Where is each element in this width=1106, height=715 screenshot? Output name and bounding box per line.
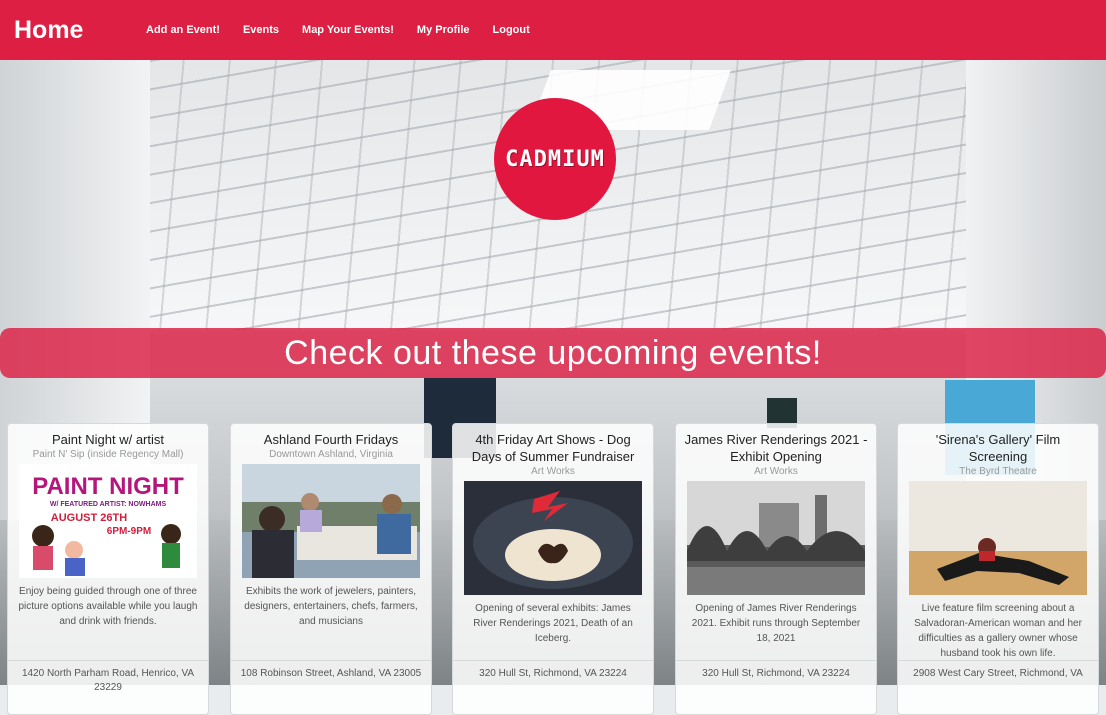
event-venue: Art Works bbox=[754, 466, 798, 477]
event-title[interactable]: Paint Night w/ artist bbox=[8, 424, 208, 448]
nav-events[interactable]: Events bbox=[243, 24, 279, 36]
event-venue: Paint N' Sip (inside Regency Mall) bbox=[32, 449, 184, 460]
upcoming-events-banner: Check out these upcoming events! bbox=[0, 328, 1106, 378]
event-description: Exhibits the work of jewelers, painters,… bbox=[244, 586, 418, 627]
poster-subline: W/ FEATURED ARTIST: NOWHAMS bbox=[50, 501, 167, 508]
event-image[interactable]: PAINT NIGHT W/ FEATURED ARTIST: NOWHAMS … bbox=[19, 464, 197, 578]
poster-time: 6PM-9PM bbox=[107, 526, 151, 537]
event-title[interactable]: 4th Friday Art Shows - Dog Days of Summe… bbox=[453, 424, 653, 465]
event-card[interactable]: Paint Night w/ artist Paint N' Sip (insi… bbox=[7, 423, 209, 715]
banner-heading: Check out these upcoming events! bbox=[284, 333, 822, 372]
poster-date: AUGUST 26TH bbox=[51, 512, 127, 524]
nav-logout[interactable]: Logout bbox=[493, 24, 530, 36]
event-address: 2908 West Cary Street, Richmond, VA bbox=[898, 660, 1098, 681]
top-navbar: Home Add an Event! Events Map Your Event… bbox=[0, 0, 1106, 60]
event-title[interactable]: Ashland Fourth Fridays bbox=[231, 424, 431, 448]
logo-text: CADMIUM bbox=[505, 146, 605, 172]
event-image[interactable] bbox=[909, 481, 1087, 595]
nav-map-events[interactable]: Map Your Events! bbox=[302, 24, 394, 36]
event-description: Opening of James River Renderings 2021. … bbox=[691, 603, 861, 644]
event-address: 320 Hull St, Richmond, VA 23224 bbox=[676, 660, 876, 681]
event-address: 108 Robinson Street, Ashland, VA 23005 bbox=[231, 660, 431, 681]
poster-headline: PAINT NIGHT bbox=[32, 473, 184, 500]
event-image[interactable] bbox=[464, 481, 642, 595]
event-description: Opening of several exhibits: James River… bbox=[473, 603, 633, 644]
event-address: 1420 North Parham Road, Henrico, VA 2322… bbox=[8, 660, 208, 695]
event-venue: Downtown Ashland, Virginia bbox=[269, 449, 393, 460]
event-venue: The Byrd Theatre bbox=[959, 466, 1037, 477]
event-card[interactable]: 'Sirena's Gallery' Film Screening The By… bbox=[897, 423, 1099, 715]
event-title[interactable]: 'Sirena's Gallery' Film Screening bbox=[898, 424, 1098, 465]
event-title[interactable]: James River Renderings 2021 - Exhibit Op… bbox=[676, 424, 876, 465]
nav-add-event[interactable]: Add an Event! bbox=[146, 24, 220, 36]
event-image[interactable] bbox=[242, 464, 420, 578]
event-description: Enjoy being guided through one of three … bbox=[18, 586, 198, 627]
nav-my-profile[interactable]: My Profile bbox=[417, 24, 470, 36]
cadmium-logo: CADMIUM bbox=[494, 98, 616, 220]
event-venue: Art Works bbox=[531, 466, 575, 477]
event-card[interactable]: Ashland Fourth Fridays Downtown Ashland,… bbox=[230, 423, 432, 715]
event-description: Live feature film screening about a Salv… bbox=[914, 603, 1082, 659]
event-address: 320 Hull St, Richmond, VA 23224 bbox=[453, 660, 653, 681]
home-link[interactable]: Home bbox=[14, 16, 132, 45]
event-card[interactable]: 4th Friday Art Shows - Dog Days of Summe… bbox=[452, 423, 654, 715]
event-image[interactable] bbox=[687, 481, 865, 595]
event-card[interactable]: James River Renderings 2021 - Exhibit Op… bbox=[675, 423, 877, 715]
